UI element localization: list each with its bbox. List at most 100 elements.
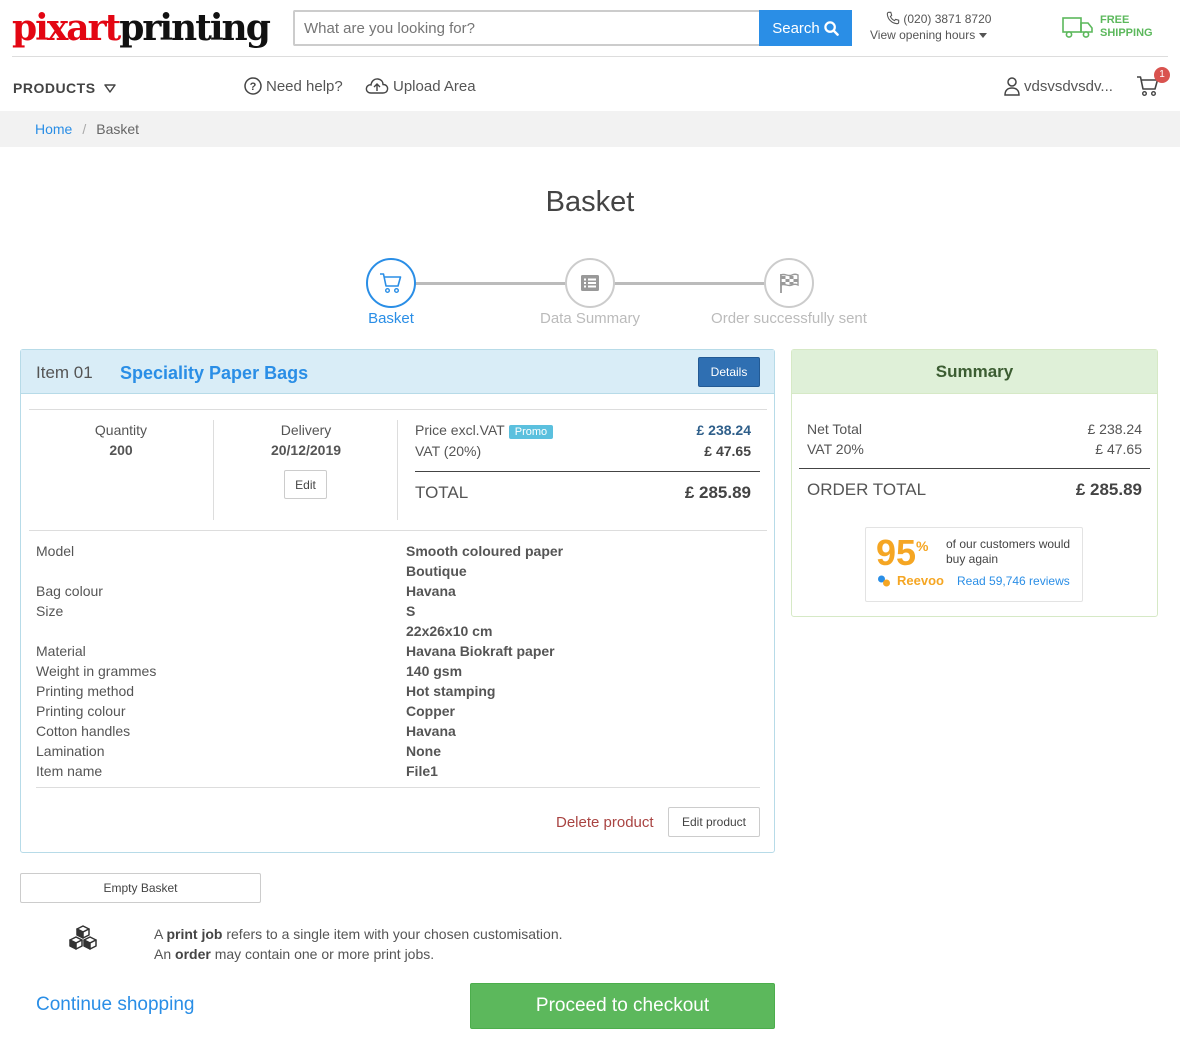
step-label-basket: Basket (368, 310, 414, 327)
page-title: Basket (545, 186, 635, 218)
spec-value: Havana Biokraft paper (406, 643, 555, 659)
spec-label: Weight in grammes (36, 663, 157, 679)
vat-value: £ 47.65 (704, 443, 751, 459)
spec-value: Copper (406, 703, 455, 719)
step-basket (366, 258, 416, 308)
specs-top-divider (29, 530, 767, 531)
need-help-label: Need help? (266, 77, 343, 95)
quantity-value: 200 (109, 442, 133, 458)
reevoo-brand: Reevoo (877, 573, 944, 588)
phone-number[interactable]: (020) 3871 8720 (886, 11, 991, 26)
continue-shopping-link[interactable]: Continue shopping (36, 994, 194, 1016)
proceed-to-checkout-button[interactable]: Proceed to checkout (470, 983, 775, 1029)
step-label-order-sent: Order successfully sent (711, 310, 867, 327)
step-data-summary (565, 258, 615, 308)
quantity-label: Quantity (94, 422, 148, 438)
summary-vat-row: VAT 20% £ 47.65 (807, 441, 1142, 457)
info-term-print-job: print job (166, 926, 223, 942)
edit-delivery-button[interactable]: Edit (284, 470, 327, 499)
pixartprinting-logo[interactable]: pixartprinting (12, 7, 271, 49)
spec-value: S (406, 603, 416, 619)
cart-button[interactable]: 1 (1136, 67, 1170, 99)
item-top-divider (29, 409, 767, 410)
search-button[interactable]: Search (759, 10, 852, 46)
checkered-flag-icon (780, 273, 799, 293)
user-icon (1004, 77, 1020, 96)
search-button-label: Search (772, 19, 820, 37)
spec-label: Printing colour (36, 703, 126, 719)
net-total-label: Net Total (807, 421, 862, 437)
reevoo-text: of our customers would buy again (946, 537, 1071, 566)
phone-number-text: (020) 3871 8720 (903, 12, 992, 26)
search-bar: Search (293, 10, 852, 46)
caret-down-icon (979, 32, 988, 38)
step-connector-2 (614, 282, 765, 285)
svg-text:?: ? (250, 81, 257, 93)
price-total-divider (415, 471, 760, 472)
cart-icon (380, 273, 402, 294)
spec-value: 22x26x10 cm (406, 623, 493, 639)
step-connector-1 (415, 282, 566, 285)
price-excl-vat-value: £ 238.24 (696, 422, 752, 438)
boxes-icon (69, 925, 97, 950)
opening-hours-dropdown[interactable]: View opening hours (870, 28, 988, 42)
delivery-date: 20/12/2019 (270, 442, 342, 458)
search-icon (824, 20, 839, 36)
order-total-value: £ 285.89 (1075, 480, 1142, 499)
logo-part-2: printing (119, 7, 271, 49)
top-header: pixartprinting Search (020) 3871 8720 Vi… (0, 0, 1180, 56)
spec-label: Item name (36, 763, 103, 779)
item-title[interactable]: Speciality Paper Bags (120, 363, 308, 384)
spec-value: Havana (406, 583, 456, 599)
details-button[interactable]: Details (698, 357, 760, 387)
item-total-value: £ 285.89 (684, 483, 751, 502)
step-label-data-summary: Data Summary (539, 310, 641, 327)
price-label-group: Price excl.VAT Promo (415, 422, 554, 439)
question-circle-icon: ? (244, 77, 262, 95)
step-order-sent (764, 258, 814, 308)
cloud-upload-icon (365, 78, 389, 94)
info-term-order: order (175, 946, 211, 962)
breadcrumb-separator: / (82, 121, 87, 137)
opening-hours-label: View opening hours (870, 28, 976, 42)
reevoo-reviews-link[interactable]: Read 59,746 reviews (957, 574, 1070, 588)
cart-count-badge: 1 (1154, 67, 1170, 83)
logo-part-1: pixart (12, 7, 121, 49)
item-number: Item 01 (36, 363, 93, 382)
spec-value: File1 (406, 763, 438, 779)
item-header: Item 01 Speciality Paper Bags Details (21, 350, 774, 394)
free-shipping-line1: FREE (1100, 14, 1130, 26)
edit-product-button[interactable]: Edit product (668, 807, 760, 837)
need-help-link[interactable]: ? Need help? (244, 77, 343, 95)
info-text: refers to a single item with your chosen… (222, 926, 563, 942)
spec-label: Lamination (36, 743, 105, 759)
summary-vat-value: £ 47.65 (1095, 441, 1142, 457)
breadcrumb-home-link[interactable]: Home (35, 121, 72, 137)
price-row: Price excl.VAT Promo £ 238.24 (415, 422, 751, 439)
upload-area-link[interactable]: Upload Area (365, 77, 476, 95)
breadcrumb-current: Basket (96, 121, 140, 137)
item-total-row: TOTAL £ 285.89 (415, 483, 751, 503)
spec-value: 140 gsm (406, 663, 463, 679)
order-total-row: ORDER TOTAL £ 285.89 (807, 480, 1142, 500)
info-text: A (154, 926, 167, 942)
spec-label: Printing method (36, 683, 135, 699)
reevoo-percent-number: 95 (876, 532, 917, 573)
products-menu[interactable]: PRODUCTS (13, 80, 116, 96)
delete-product-link[interactable]: Delete product (556, 814, 654, 831)
order-total-label: ORDER TOTAL (807, 480, 927, 499)
spec-label: Cotton handles (36, 723, 131, 739)
search-input[interactable] (295, 12, 759, 44)
reevoo-widget[interactable]: 95% of our customers would buy again Ree… (865, 527, 1083, 602)
reevoo-brand-name: Reevoo (897, 573, 944, 588)
net-total-value: £ 238.24 (1087, 421, 1143, 437)
net-total-row: Net Total £ 238.24 (807, 421, 1142, 437)
info-line-1: A print job refers to a single item with… (154, 924, 563, 944)
empty-basket-button[interactable]: Empty Basket (20, 873, 261, 903)
user-account-menu[interactable]: vdsvsdvsdv... (1004, 77, 1113, 96)
user-name: vdsvsdvsdv... (1024, 78, 1113, 95)
spec-value: Boutique (406, 563, 467, 579)
order-summary-panel: Summary Net Total £ 238.24 VAT 20% £ 47.… (791, 349, 1158, 617)
spec-value: Smooth coloured paper (406, 543, 564, 559)
triangle-down-icon (103, 83, 116, 93)
